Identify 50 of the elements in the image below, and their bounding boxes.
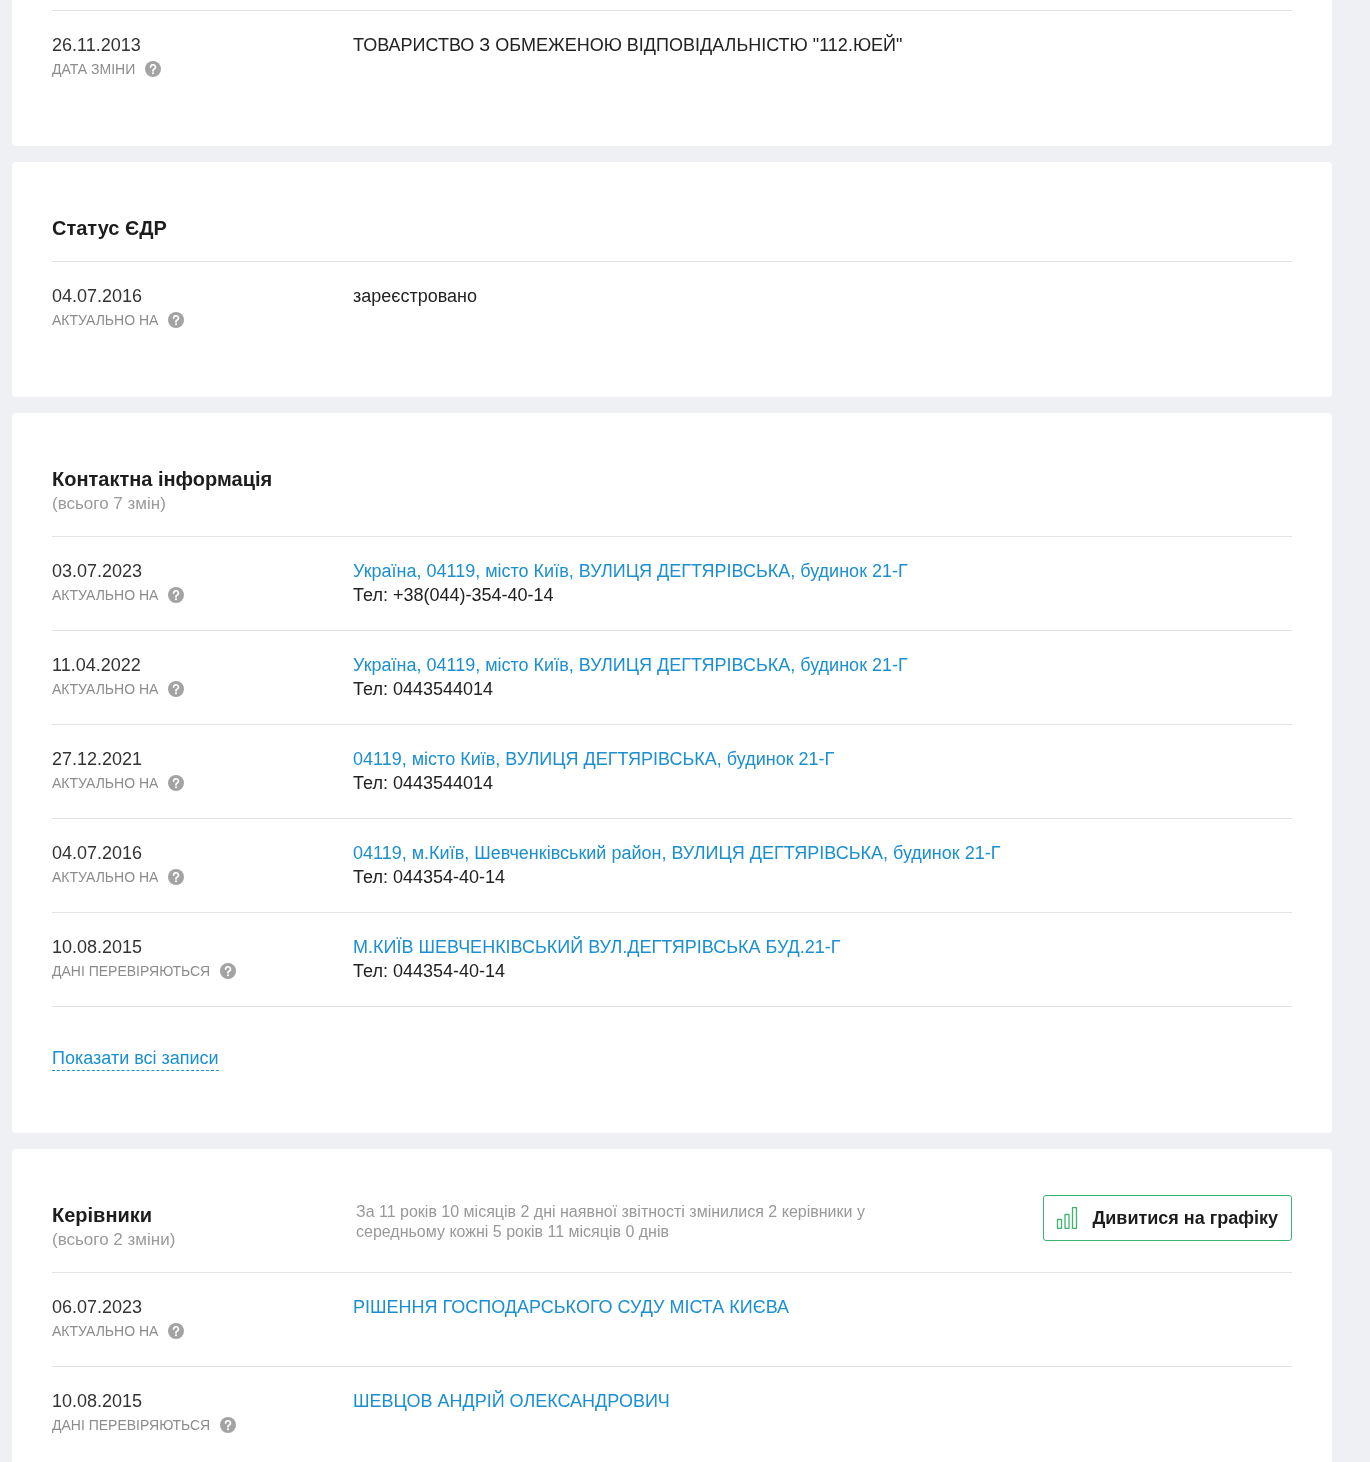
help-icon[interactable]	[168, 1323, 185, 1339]
record-date: 27.12.2021	[52, 748, 143, 771]
help-icon[interactable]	[168, 681, 185, 697]
bar-chart-icon	[1056, 1207, 1079, 1229]
record-date: 03.07.2023	[52, 560, 143, 583]
record-value: Тел: 0443544014	[353, 772, 493, 795]
date-label: АКТУАЛЬНО НА	[52, 681, 159, 697]
record-link[interactable]: 04119, м.Київ, Шевченківський район, ВУЛИЦЯ ДЕГТЯРІВСЬКА, будинок 21-Г	[353, 841, 1001, 865]
date-label: АКТУАЛЬНО НА	[52, 775, 159, 791]
help-icon[interactable]	[168, 587, 185, 603]
record-value: Тел: 044354-40-14	[353, 866, 505, 889]
record-link[interactable]: Україна, 04119, місто Київ, ВУЛИЦЯ ДЕГТЯРІВСЬКА, будинок 21-Г	[353, 653, 908, 677]
date-label: АКТУАЛЬНО НА	[52, 1323, 159, 1339]
date-label: ДАНІ ПЕРЕВІРЯЮТЬСЯ	[52, 963, 211, 979]
section-title: Контактна інформація	[52, 467, 274, 492]
section-title: Керівники	[52, 1203, 154, 1228]
record-value: Тел: 044354-40-14	[353, 960, 505, 983]
change-count: (всього 7 змін)	[52, 493, 167, 515]
help-icon[interactable]	[168, 869, 185, 885]
date-label: АКТУАЛЬНО НА	[52, 869, 159, 885]
record-date: 26.11.2013	[52, 34, 141, 57]
record-value: Тел: +38(044)-354-40-14	[353, 584, 554, 607]
record-link[interactable]: Україна, 04119, місто Київ, ВУЛИЦЯ ДЕГТЯРІВСЬКА, будинок 21-Г	[353, 559, 908, 583]
record-value: Тел: 0443544014	[353, 678, 493, 701]
chart-button[interactable]: Дивитися на графіку	[1043, 1195, 1292, 1241]
record-date: 11.04.2022	[52, 654, 141, 677]
date-label: ДАТА ЗМІНИ	[52, 61, 136, 77]
help-icon[interactable]	[220, 963, 237, 979]
record-date: 04.07.2016	[52, 842, 143, 865]
record-date: 06.07.2023	[52, 1296, 143, 1319]
record-link[interactable]: РІШЕННЯ ГОСПОДАРСЬКОГО СУДУ МІСТА КИЄВА	[353, 1295, 790, 1319]
date-label: АКТУАЛЬНО НА	[52, 587, 159, 603]
change-count: (всього 2 зміни)	[52, 1229, 177, 1251]
record-date: 04.07.2016	[52, 285, 143, 308]
record-date: 10.08.2015	[52, 936, 143, 959]
date-label: ДАНІ ПЕРЕВІРЯЮТЬСЯ	[52, 1417, 211, 1433]
record-value: зареєстровано	[353, 285, 478, 308]
record-link[interactable]: М.КИЇВ ШЕВЧЕНКІВСЬКИЙ ВУЛ.ДЕГТЯРІВСЬКА БУД.21-Г	[353, 935, 841, 959]
help-icon[interactable]	[168, 775, 185, 791]
help-icon[interactable]	[220, 1417, 237, 1433]
help-icon[interactable]	[145, 61, 162, 77]
record-link[interactable]: ШЕВЦОВ АНДРІЙ ОЛЕКСАНДРОВИЧ	[353, 1389, 670, 1413]
summary-text: За 11 років 10 місяців 2 дні наявної звітності змінилися 2 керівники у середньому кожні 5 років 11 місяців 0 днів	[356, 1202, 866, 1242]
record-link[interactable]: 04119, місто Київ, ВУЛИЦЯ ДЕГТЯРІВСЬКА, будинок 21-Г	[353, 747, 835, 771]
date-label: АКТУАЛЬНО НА	[52, 312, 159, 328]
record-date: 10.08.2015	[52, 1390, 143, 1413]
help-icon[interactable]	[168, 312, 185, 328]
show-all-link[interactable]: Показати всі записи	[52, 1048, 219, 1071]
section-title: Статус ЄДР	[52, 216, 168, 241]
record-value: ТОВАРИСТВО З ОБМЕЖЕНОЮ ВІДПОВІДАЛЬНІСТЮ "112.ЮЕЙ"	[353, 33, 903, 57]
